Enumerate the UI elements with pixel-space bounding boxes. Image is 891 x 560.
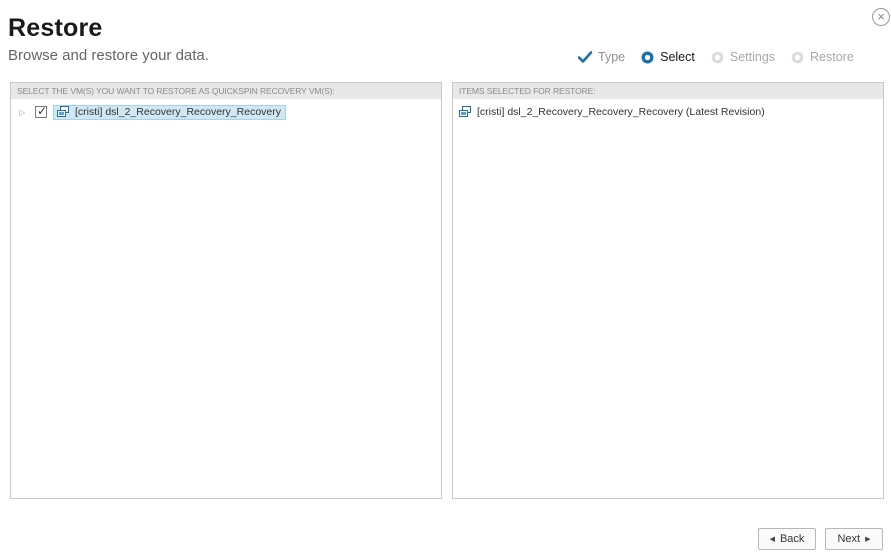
wizard-steps: Type Select Settings Restore (578, 50, 854, 64)
circle-filled-icon (641, 51, 654, 64)
page-subtitle: Browse and restore your data. (8, 47, 209, 64)
close-icon[interactable]: × (872, 8, 890, 26)
step-label: Settings (729, 50, 776, 64)
next-label: Next (837, 533, 861, 545)
vm-item-label: [cristi] dsl_2_Recovery_Recovery_Recover… (75, 106, 281, 118)
step-label: Select (660, 50, 695, 64)
next-arrow-icon: ▶ (865, 536, 871, 543)
step-settings: Settings (711, 50, 775, 64)
circle-empty-icon (791, 51, 804, 64)
selected-items-panel: ITEMS SELECTED FOR RESTORE: [cristi] dsl… (452, 82, 884, 499)
step-label: Type (598, 50, 626, 64)
back-label: Back (779, 533, 805, 545)
next-button[interactable]: Next ▶ (825, 528, 883, 550)
vm-icon (56, 106, 70, 118)
back-button[interactable]: ◀ Back (758, 528, 816, 550)
vm-icon (458, 106, 472, 118)
list-item: [cristi] dsl_2_Recovery_Recovery_Recover… (458, 104, 765, 120)
step-restore: Restore (791, 50, 854, 64)
panel-header: ITEMS SELECTED FOR RESTORE: (453, 83, 883, 99)
vm-checkbox[interactable]: ✓ (35, 104, 48, 118)
circle-empty-icon (711, 51, 724, 64)
tree-row[interactable]: ▷ ✓ [cristi] dsl_2_Recovery_Recovery_Rec… (19, 104, 286, 120)
back-arrow-icon: ◀ (769, 536, 775, 543)
vm-selection-panel[interactable]: SELECT THE VM(S) YOU WANT TO RESTORE AS … (10, 82, 442, 499)
page-title: Restore (8, 14, 103, 42)
checkmark-icon: ✓ (37, 104, 48, 118)
step-select: Select (641, 50, 695, 64)
panel-header: SELECT THE VM(S) YOU WANT TO RESTORE AS … (11, 83, 441, 99)
vm-item-selected[interactable]: [cristi] dsl_2_Recovery_Recovery_Recover… (53, 104, 286, 120)
check-icon (578, 51, 592, 63)
selected-item-label: [cristi] dsl_2_Recovery_Recovery_Recover… (477, 106, 765, 118)
step-type: Type (578, 50, 625, 64)
expand-arrow-icon[interactable]: ▷ (19, 108, 29, 117)
step-label: Restore (810, 50, 854, 64)
